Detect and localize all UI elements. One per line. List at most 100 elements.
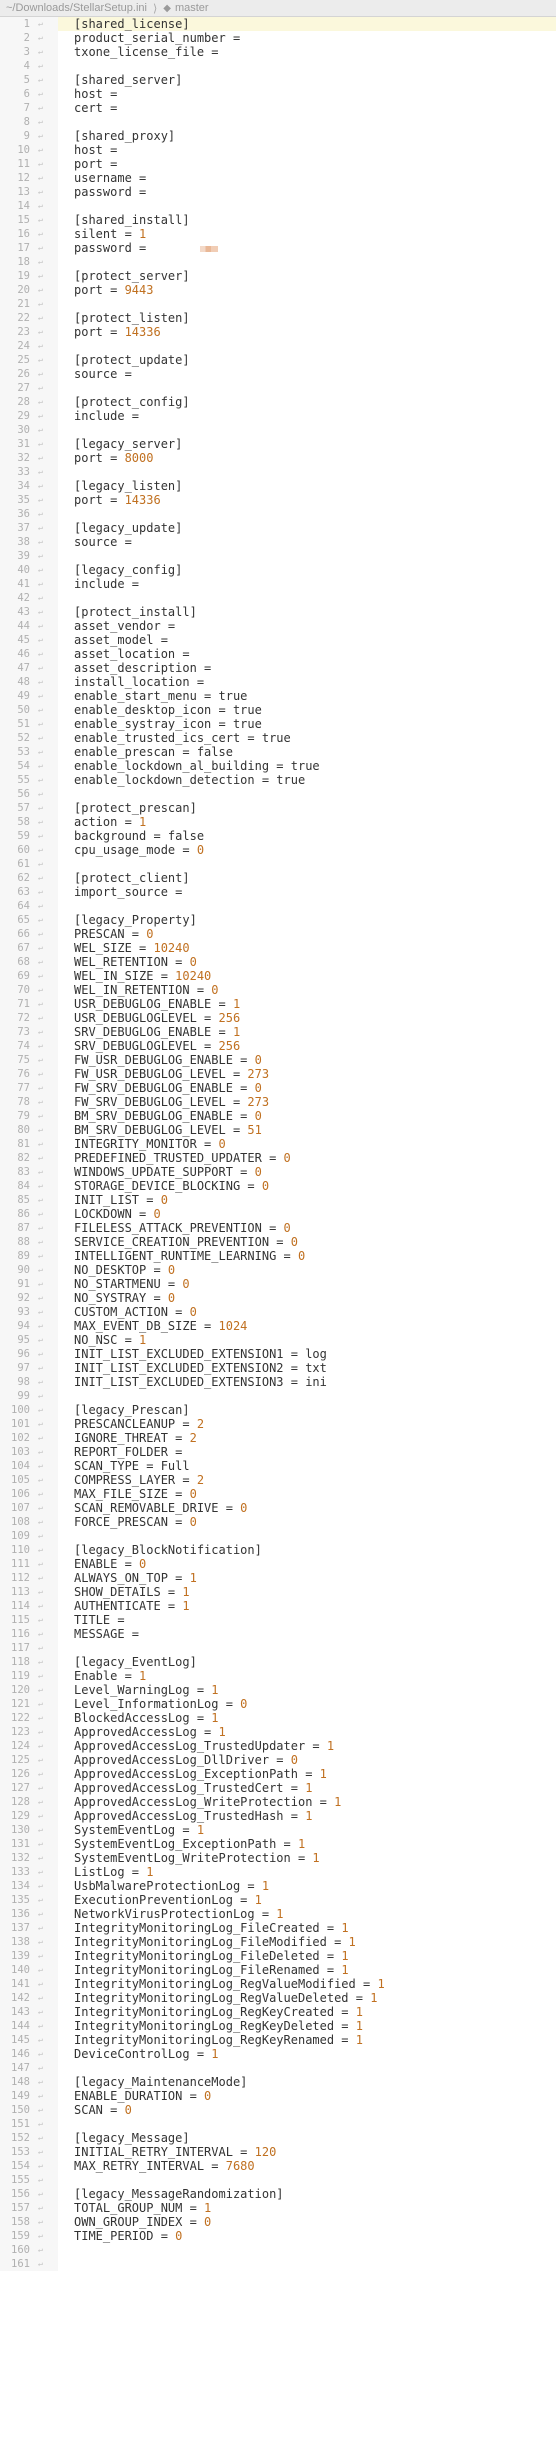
code-line[interactable]: 21 ↵ [0, 297, 556, 311]
code-line[interactable]: 66 ↵ PRESCAN = 0 [0, 927, 556, 941]
code-line[interactable]: 86 ↵ LOCKDOWN = 0 [0, 1207, 556, 1221]
code-line[interactable]: 130 ↵ SystemEventLog = 1 [0, 1823, 556, 1837]
code-line[interactable]: 122 ↵ BlockedAccessLog = 1 [0, 1711, 556, 1725]
code-line[interactable]: 89 ↵ INTELLIGENT_RUNTIME_LEARNING = 0 [0, 1249, 556, 1263]
code-line[interactable]: 142 ↵ IntegrityMonitoringLog_RegValueDelet… [0, 1991, 556, 2005]
code-line[interactable]: 1 ↵ [shared_license] [0, 17, 556, 31]
code-line[interactable]: 36 ↵ [0, 507, 556, 521]
code-line[interactable]: 138 ↵ IntegrityMonitoringLog_FileModified … [0, 1935, 556, 1949]
code-line[interactable]: 135 ↵ ExecutionPreventionLog = 1 [0, 1893, 556, 1907]
code-line[interactable]: 70 ↵ WEL_IN_RETENTION = 0 [0, 983, 556, 997]
code-line[interactable]: 43 ↵ [protect_install] [0, 605, 556, 619]
code-line[interactable]: 95 ↵ NO_NSC = 1 [0, 1333, 556, 1347]
code-line[interactable]: 30 ↵ [0, 423, 556, 437]
code-line[interactable]: 137 ↵ IntegrityMonitoringLog_FileCreated =… [0, 1921, 556, 1935]
code-line[interactable]: 145 ↵ IntegrityMonitoringLog_RegKeyRenamed… [0, 2033, 556, 2047]
code-line[interactable]: 15 ↵ [shared_install] [0, 213, 556, 227]
code-line[interactable]: 22 ↵ [protect_listen] [0, 311, 556, 325]
code-line[interactable]: 9 ↵ [shared_proxy] [0, 129, 556, 143]
code-line[interactable]: 132 ↵ SystemEventLog_WriteProtection = 1 [0, 1851, 556, 1865]
code-line[interactable]: 39 ↵ [0, 549, 556, 563]
code-line[interactable]: 161 ↵ [0, 2257, 556, 2271]
code-line[interactable]: 149 ↵ ENABLE_DURATION = 0 [0, 2089, 556, 2103]
code-line[interactable]: 160 ↵ [0, 2243, 556, 2257]
code-line[interactable]: 127 ↵ ApprovedAccessLog_TrustedCert = 1 [0, 1781, 556, 1795]
code-line[interactable]: 24 ↵ [0, 339, 556, 353]
code-line[interactable]: 114 ↵ AUTHENTICATE = 1 [0, 1599, 556, 1613]
code-line[interactable]: 113 ↵ SHOW_DETAILS = 1 [0, 1585, 556, 1599]
code-line[interactable]: 147 ↵ [0, 2061, 556, 2075]
code-line[interactable]: 84 ↵ STORAGE_DEVICE_BLOCKING = 0 [0, 1179, 556, 1193]
code-line[interactable]: 140 ↵ IntegrityMonitoringLog_FileRenamed =… [0, 1963, 556, 1977]
code-line[interactable]: 12 ↵ username = [0, 171, 556, 185]
code-line[interactable]: 60 ↵ cpu_usage_mode = 0 [0, 843, 556, 857]
code-line[interactable]: 150 ↵ SCAN = 0 [0, 2103, 556, 2117]
code-line[interactable]: 129 ↵ ApprovedAccessLog_TrustedHash = 1 [0, 1809, 556, 1823]
code-line[interactable]: 107 ↵ SCAN_REMOVABLE_DRIVE = 0 [0, 1501, 556, 1515]
code-line[interactable]: 153 ↵ INITIAL_RETRY_INTERVAL = 120 [0, 2145, 556, 2159]
code-line[interactable]: 136 ↵ NetworkVirusProtectionLog = 1 [0, 1907, 556, 1921]
code-line[interactable]: 144 ↵ IntegrityMonitoringLog_RegKeyDeleted… [0, 2019, 556, 2033]
code-line[interactable]: 99 ↵ [0, 1389, 556, 1403]
code-line[interactable]: 11 ↵ port = [0, 157, 556, 171]
code-line[interactable]: 68 ↵ WEL_RETENTION = 0 [0, 955, 556, 969]
code-line[interactable]: 13 ↵ password = [0, 185, 556, 199]
code-line[interactable]: 3 ↵ txone_license_file = [0, 45, 556, 59]
code-line[interactable]: 87 ↵ FILELESS_ATTACK_PREVENTION = 0 [0, 1221, 556, 1235]
code-line[interactable]: 123 ↵ ApprovedAccessLog = 1 [0, 1725, 556, 1739]
code-line[interactable]: 100 ↵ [legacy_Prescan] [0, 1403, 556, 1417]
code-line[interactable]: 64 ↵ [0, 899, 556, 913]
code-line[interactable]: 156 ↵ [legacy_MessageRandomization] [0, 2187, 556, 2201]
code-line[interactable]: 141 ↵ IntegrityMonitoringLog_RegValueModif… [0, 1977, 556, 1991]
code-line[interactable]: 139 ↵ IntegrityMonitoringLog_FileDeleted =… [0, 1949, 556, 1963]
code-line[interactable]: 148 ↵ [legacy_MaintenanceMode] [0, 2075, 556, 2089]
code-line[interactable]: 125 ↵ ApprovedAccessLog_DllDriver = 0 [0, 1753, 556, 1767]
code-line[interactable]: 82 ↵ PREDEFINED_TRUSTED_UPDATER = 0 [0, 1151, 556, 1165]
code-line[interactable]: 117 ↵ [0, 1641, 556, 1655]
code-line[interactable]: 109 ↵ [0, 1529, 556, 1543]
code-line[interactable]: 35 ↵ port = 14336 [0, 493, 556, 507]
code-line[interactable]: 81 ↵ INTEGRITY_MONITOR = 0 [0, 1137, 556, 1151]
code-line[interactable]: 76 ↵ FW_USR_DEBUGLOG_LEVEL = 273 [0, 1067, 556, 1081]
code-line[interactable]: 85 ↵ INIT_LIST = 0 [0, 1193, 556, 1207]
code-line[interactable]: 74 ↵ SRV_DEBUGLOGLEVEL = 256 [0, 1039, 556, 1053]
code-line[interactable]: 26 ↵ source = [0, 367, 556, 381]
code-line[interactable]: 23 ↵ port = 14336 [0, 325, 556, 339]
code-line[interactable]: 53 ↵ enable_prescan = false [0, 745, 556, 759]
code-line[interactable]: 157 ↵ TOTAL_GROUP_NUM = 1 [0, 2201, 556, 2215]
code-line[interactable]: 32 ↵ port = 8000 [0, 451, 556, 465]
code-line[interactable]: 45 ↵ asset_model = [0, 633, 556, 647]
code-line[interactable]: 42 ↵ [0, 591, 556, 605]
code-line[interactable]: 29 ↵ include = [0, 409, 556, 423]
code-line[interactable]: 18 ↵ [0, 255, 556, 269]
code-line[interactable]: 5 ↵ [shared_server] [0, 73, 556, 87]
code-line[interactable]: 158 ↵ OWN_GROUP_INDEX = 0 [0, 2215, 556, 2229]
code-line[interactable]: 52 ↵ enable_trusted_ics_cert = true [0, 731, 556, 745]
code-line[interactable]: 40 ↵ [legacy_config] [0, 563, 556, 577]
code-line[interactable]: 38 ↵ source = [0, 535, 556, 549]
code-line[interactable]: 50 ↵ enable_desktop_icon = true [0, 703, 556, 717]
code-line[interactable]: 120 ↵ Level_WarningLog = 1 [0, 1683, 556, 1697]
code-line[interactable]: 49 ↵ enable_start_menu = true [0, 689, 556, 703]
code-line[interactable]: 104 ↵ SCAN_TYPE = Full [0, 1459, 556, 1473]
code-line[interactable]: 128 ↵ ApprovedAccessLog_WriteProtection = … [0, 1795, 556, 1809]
code-line[interactable]: 146 ↵ DeviceControlLog = 1 [0, 2047, 556, 2061]
code-line[interactable]: 98 ↵ INIT_LIST_EXCLUDED_EXTENSION3 = ini [0, 1375, 556, 1389]
code-line[interactable]: 101 ↵ PRESCANCLEANUP = 2 [0, 1417, 556, 1431]
code-line[interactable]: 54 ↵ enable_lockdown_al_building = true [0, 759, 556, 773]
code-line[interactable]: 72 ↵ USR_DEBUGLOGLEVEL = 256 [0, 1011, 556, 1025]
code-line[interactable]: 4 ↵ [0, 59, 556, 73]
code-line[interactable]: 19 ↵ [protect_server] [0, 269, 556, 283]
code-line[interactable]: 7 ↵ cert = [0, 101, 556, 115]
code-line[interactable]: 67 ↵ WEL_SIZE = 10240 [0, 941, 556, 955]
code-line[interactable]: 134 ↵ UsbMalwareProtectionLog = 1 [0, 1879, 556, 1893]
code-line[interactable]: 57 ↵ [protect_prescan] [0, 801, 556, 815]
code-line[interactable]: 108 ↵ FORCE_PRESCAN = 0 [0, 1515, 556, 1529]
code-line[interactable]: 31 ↵ [legacy_server] [0, 437, 556, 451]
code-line[interactable]: 155 ↵ [0, 2173, 556, 2187]
code-line[interactable]: 44 ↵ asset_vendor = [0, 619, 556, 633]
code-line[interactable]: 93 ↵ CUSTOM_ACTION = 0 [0, 1305, 556, 1319]
code-line[interactable]: 55 ↵ enable_lockdown_detection = true [0, 773, 556, 787]
code-line[interactable]: 59 ↵ background = false [0, 829, 556, 843]
code-line[interactable]: 78 ↵ FW_SRV_DEBUGLOG_LEVEL = 273 [0, 1095, 556, 1109]
